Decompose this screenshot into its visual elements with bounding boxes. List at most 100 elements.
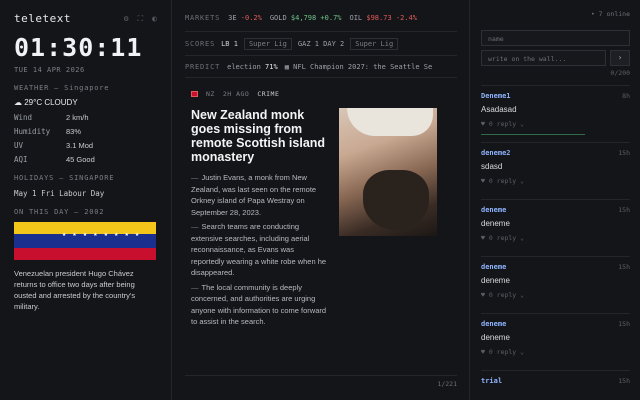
message: deneme 15h deneme ♥ 0 reply ⌄ xyxy=(481,314,630,371)
ticker-name: GOLD xyxy=(269,13,287,22)
article-text: New Zealand monk goes missing from remot… xyxy=(191,108,329,328)
weather-value: 3.1 Mod xyxy=(66,141,94,150)
message-text: sdasd xyxy=(481,162,503,171)
ticker-item: GOLD $4,798 +0.7% xyxy=(270,14,342,22)
send-button[interactable]: › xyxy=(610,50,630,66)
message: trial 15h xyxy=(481,371,630,391)
ticker-item: 3E -0.2% xyxy=(228,14,262,22)
wall-input[interactable]: write on the wall... xyxy=(481,50,606,66)
predict-label: PREDICT xyxy=(185,62,221,71)
article-region: NZ xyxy=(206,90,215,98)
holidays-header: HOLIDAYS — SINGAPORE xyxy=(14,174,115,182)
article-body: New Zealand monk goes missing from remot… xyxy=(191,108,451,328)
wall-input-row: write on the wall... › xyxy=(481,50,630,66)
message-user[interactable]: deneme xyxy=(481,206,506,214)
chat-panel: • 7 online name write on the wall... › 0… xyxy=(471,0,640,400)
flag-stars: ★ ★ ★ ★ ★ ★ ★ ★ xyxy=(62,230,141,238)
message-text: deneme xyxy=(481,333,510,342)
message: Deneme1 8h Asadasad ♥ 0 reply ⌄ xyxy=(481,86,630,143)
fullscreen-icon[interactable]: ⛶ xyxy=(138,14,144,24)
article-paragraph: — Justin Evans, a monk from New Zealand, … xyxy=(191,173,317,217)
scores-bar: SCORES LB 1 Super Lig GAZ 1 DAY 2 Super … xyxy=(185,32,457,56)
char-count: 0/200 xyxy=(610,69,630,77)
scores-live: LB 1 xyxy=(221,39,238,48)
message-actions[interactable]: ♥ 0 reply ⌄ xyxy=(481,177,630,185)
weather-key: UV xyxy=(14,141,24,150)
message-time: 15h xyxy=(618,377,630,385)
paragraph-text: Justin Evans, a monk from New Zealand, w… xyxy=(191,173,317,217)
weather-grid: Wind 2 km/h Humidity 83% UV 3.1 Mod AQI … xyxy=(14,113,157,164)
ticker-item: OIL $98.73 -2.4% xyxy=(350,14,417,22)
top-icons: ⚙ ⛶ ◐ xyxy=(124,14,157,24)
left-panel: teletext ⚙ ⛶ ◐ 01:30:11 TUE 14 APR 2026 … xyxy=(0,0,172,400)
article-photo xyxy=(339,108,437,236)
article-headline[interactable]: New Zealand monk goes missing from remot… xyxy=(191,108,329,164)
pager: 1/221 xyxy=(185,375,457,388)
message-actions[interactable]: ♥ 0 reply ⌄ xyxy=(481,120,630,128)
predict-item-name: election xyxy=(227,62,261,71)
markets-ticker: MARKETS 3E -0.2% GOLD $4,798 +0.7% OIL $… xyxy=(185,10,457,32)
settings-icon[interactable]: ⚙ xyxy=(124,14,129,24)
message: deneme 15h deneme ♥ 0 reply ⌄ xyxy=(481,257,630,314)
theme-icon[interactable]: ◐ xyxy=(152,14,157,24)
weather-key: Wind xyxy=(14,113,33,122)
message-text: deneme xyxy=(481,219,510,228)
message-actions[interactable]: ♥ 0 reply ⌄ xyxy=(481,234,630,242)
weather-value: 83% xyxy=(66,127,82,136)
flag-icon xyxy=(191,91,198,97)
paragraph-text: Search teams are conducting extensive se… xyxy=(191,222,327,277)
predict-item[interactable]: election 71% xyxy=(227,63,278,71)
center-panel: MARKETS 3E -0.2% GOLD $4,798 +0.7% OIL $… xyxy=(173,0,470,400)
predict-item-name: NFL Champion 2027: the Seattle Se xyxy=(293,62,433,71)
scores-label: SCORES xyxy=(185,39,216,48)
weather-now: ☁ 29°C CLOUDY xyxy=(14,98,78,107)
ticker-value: $4,798 +0.7% xyxy=(290,13,342,22)
match-score[interactable]: GAZ 1 DAY 2 xyxy=(298,40,344,48)
article-time: 2H AGO xyxy=(222,90,250,98)
venezuela-flag-image: ★ ★ ★ ★ ★ ★ ★ ★ xyxy=(14,222,156,260)
weather-key: Humidity xyxy=(14,127,51,136)
predict-bar: PREDICT election 71% ▦ NFL Champion 2027… xyxy=(185,56,457,78)
message-user[interactable]: deneme2 xyxy=(481,149,511,157)
ticker-value: $98.73 -2.4% xyxy=(366,13,417,22)
date: TUE 14 APR 2026 xyxy=(14,66,85,74)
article-category[interactable]: CRIME xyxy=(257,90,279,98)
on-this-day-text: Venezuelan president Hugo Chávez returns… xyxy=(14,269,136,311)
message-user[interactable]: Deneme1 xyxy=(481,92,511,100)
on-this-day-header: ON THIS DAY — 2002 xyxy=(14,208,105,216)
weather-now-text: 29°C CLOUDY xyxy=(24,98,78,107)
message-time: 15h xyxy=(618,206,630,214)
name-input[interactable]: name xyxy=(481,30,630,46)
weather-key: AQI xyxy=(14,155,28,164)
league-pill[interactable]: Super Lig xyxy=(243,37,292,50)
app-title: teletext xyxy=(14,12,71,25)
message-text: Asadasad xyxy=(481,105,517,114)
league-pill[interactable]: Super Lig xyxy=(350,37,399,50)
weather-value: 45 Good xyxy=(66,155,95,164)
message-list: Deneme1 8h Asadasad ♥ 0 reply ⌄ deneme2 15… xyxy=(481,85,630,391)
message-time: 8h xyxy=(622,92,630,100)
holiday-item: May 1 Fri Labour Day xyxy=(14,189,105,198)
message-divider xyxy=(481,134,586,135)
message-user[interactable]: deneme xyxy=(481,263,506,271)
message-time: 15h xyxy=(618,149,630,157)
article-paragraph: — The local community is deeply concerned… xyxy=(191,282,327,327)
online-count: • 7 online xyxy=(590,10,630,18)
clock: 01:30:11 xyxy=(14,33,143,62)
ticker-name: 3E xyxy=(228,13,237,22)
ticker-label: MARKETS xyxy=(185,13,221,22)
predict-item-pct: 71% xyxy=(265,62,278,71)
ticker-name: OIL xyxy=(349,13,363,22)
message-user[interactable]: trial xyxy=(481,377,502,385)
message-time: 15h xyxy=(618,320,630,328)
ticker-value: -0.2% xyxy=(240,13,262,22)
article-meta: NZ 2H AGO CRIME xyxy=(191,90,451,98)
message-actions[interactable]: ♥ 0 reply ⌄ xyxy=(481,348,630,356)
weather-header: WEATHER — Singapore xyxy=(14,84,110,92)
message-user[interactable]: deneme xyxy=(481,320,506,328)
message-actions[interactable]: ♥ 0 reply ⌄ xyxy=(481,291,630,299)
paragraph-text: The local community is deeply concerned,… xyxy=(191,282,327,327)
predict-item[interactable]: ▦ NFL Champion 2027: the Seattle Se xyxy=(285,63,433,71)
message-time: 15h xyxy=(618,263,630,271)
brand-row: teletext ⚙ ⛶ ◐ xyxy=(14,12,157,25)
